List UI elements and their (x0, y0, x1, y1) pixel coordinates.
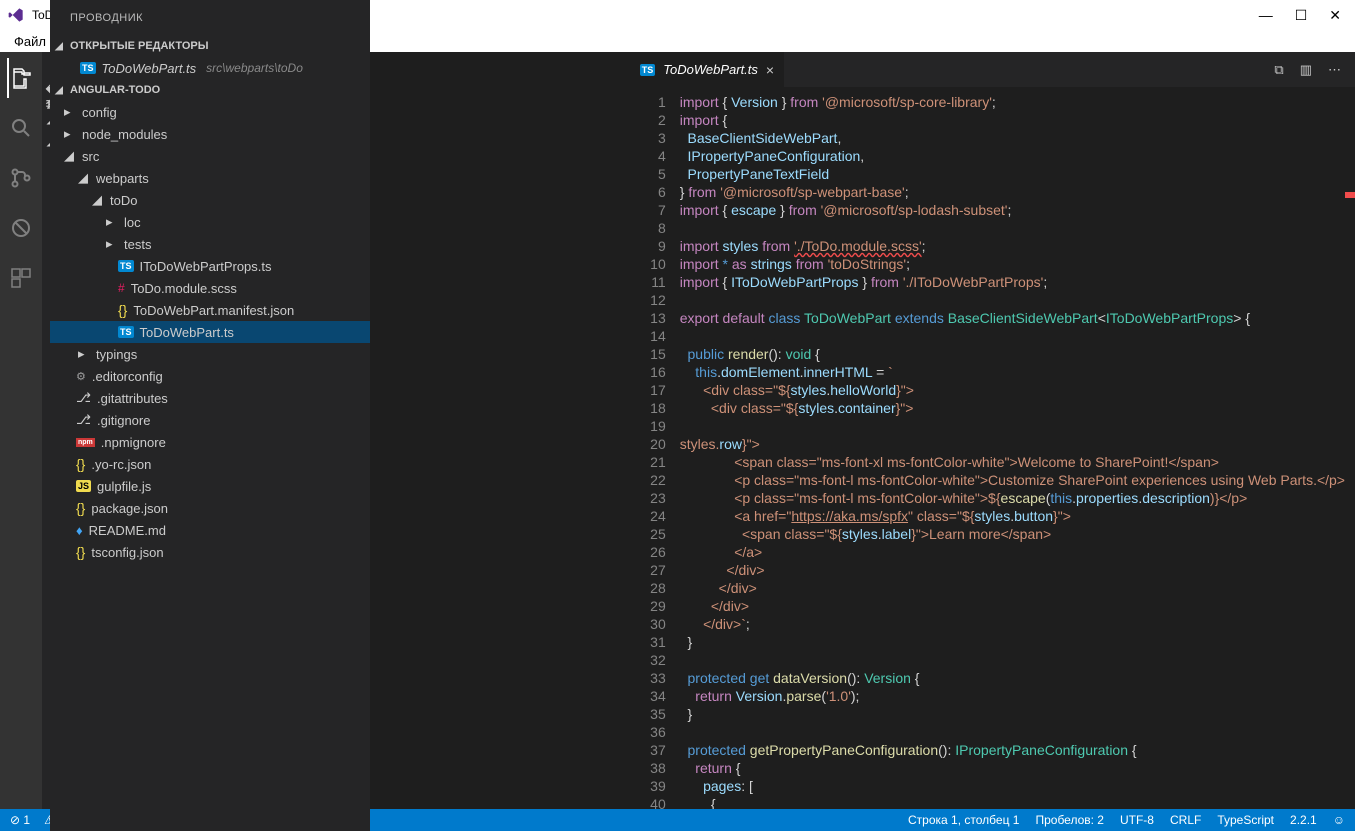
sidebar: ПРОВОДНИК ◢ОТКРЫТЫЕ РЕДАКТОРЫ TS ToDoWeb… (50, 0, 370, 831)
debug-icon[interactable] (7, 214, 35, 242)
file-readme[interactable]: ♦README.md (50, 519, 370, 541)
scss-file-icon: # (118, 281, 125, 295)
json-file-icon: {} (118, 302, 127, 318)
file-scss[interactable]: #ToDo.module.scss (50, 277, 370, 299)
status-position[interactable]: Строка 1, столбец 1 (908, 813, 1019, 827)
source-control-icon[interactable] (7, 164, 35, 192)
status-version[interactable]: 2.2.1 (1290, 813, 1317, 827)
editor-area: TS ToDoWebPart.ts × ⧉ ▥ ⋯ 12345678910111… (630, 52, 1355, 809)
folder-src[interactable]: ◢src (50, 145, 370, 167)
menu-file[interactable]: Файл (6, 31, 54, 52)
git-file-icon: ⎇ (76, 412, 91, 428)
tab-active[interactable]: TS ToDoWebPart.ts × (630, 52, 785, 87)
ts-file-icon: TS (640, 64, 656, 76)
maximize-button[interactable]: ☐ (1295, 7, 1308, 24)
sidebar-title: ПРОВОДНИК (50, 0, 370, 35)
js-file-icon: JS (76, 480, 91, 492)
folder-node-modules[interactable]: ▸node_modules (50, 123, 370, 145)
file-gitattributes[interactable]: ⎇.gitattributes (50, 387, 370, 409)
json-file-icon: {} (76, 544, 85, 560)
extensions-icon[interactable] (7, 264, 35, 292)
code-editor[interactable]: 1234567891011121314151617181920212223242… (630, 87, 1355, 809)
status-errors[interactable]: ⊘ 1 (10, 813, 30, 827)
minimize-button[interactable]: — (1259, 7, 1273, 23)
tab-bar: TS ToDoWebPart.ts × ⧉ ▥ ⋯ (630, 52, 1355, 87)
close-button[interactable]: ✕ (1329, 7, 1341, 24)
more-actions-icon[interactable]: ⋯ (1328, 62, 1341, 78)
tab-label: ToDoWebPart.ts (663, 62, 758, 77)
feedback-icon[interactable]: ☺ (1333, 813, 1345, 827)
folder-tests[interactable]: ▸tests (50, 233, 370, 255)
ts-file-icon: TS (80, 62, 96, 74)
file-manifest[interactable]: {}ToDoWebPart.manifest.json (50, 299, 370, 321)
git-file-icon: ⎇ (76, 390, 91, 406)
folder-todo[interactable]: ◢toDo (50, 189, 370, 211)
minimap[interactable] (1345, 87, 1355, 809)
file-gitignore[interactable]: ⎇.gitignore (50, 409, 370, 431)
ts-file-icon: TS (118, 326, 134, 338)
search-icon[interactable] (7, 114, 35, 142)
code-body[interactable]: import { Version } from '@microsoft/sp-c… (680, 87, 1345, 809)
npm-file-icon: npm (76, 438, 95, 447)
status-spaces[interactable]: Пробелов: 2 (1035, 813, 1104, 827)
file-editorconfig[interactable]: ⚙.editorconfig (50, 365, 370, 387)
file-npmignore[interactable]: npm.npmignore (50, 431, 370, 453)
folder-typings[interactable]: ▸typings (50, 343, 370, 365)
split-editor-icon[interactable]: ⧉ (1274, 62, 1283, 78)
json-file-icon: {} (76, 456, 85, 472)
line-gutter: 1234567891011121314151617181920212223242… (630, 87, 680, 809)
status-encoding[interactable]: UTF-8 (1120, 813, 1154, 827)
vscode-icon (8, 7, 24, 23)
status-language[interactable]: TypeScript (1217, 813, 1274, 827)
json-file-icon: {} (76, 500, 85, 516)
activity-bar (0, 52, 42, 809)
folder-config[interactable]: ▸config (50, 101, 370, 123)
close-tab-icon[interactable]: × (766, 62, 774, 78)
file-iprops[interactable]: TSIToDoWebPartProps.ts (50, 255, 370, 277)
ts-file-icon: TS (118, 260, 134, 272)
open-editor-item[interactable]: TS ToDoWebPart.ts src\webparts\toDo (50, 57, 370, 79)
file-gulpfile[interactable]: JSgulpfile.js (50, 475, 370, 497)
layout-icon[interactable]: ▥ (1300, 62, 1312, 78)
file-main-active[interactable]: TSToDoWebPart.ts (50, 321, 370, 343)
config-file-icon: ⚙ (76, 370, 86, 383)
error-marker[interactable] (1345, 192, 1355, 198)
file-tsconfig[interactable]: {}tsconfig.json (50, 541, 370, 563)
explorer-icon[interactable] (7, 64, 35, 92)
md-file-icon: ♦ (76, 523, 83, 538)
file-package[interactable]: {}package.json (50, 497, 370, 519)
folder-loc[interactable]: ▸loc (50, 211, 370, 233)
project-header[interactable]: ◢ANGULAR-TODO (50, 79, 370, 101)
file-yorc[interactable]: {}.yo-rc.json (50, 453, 370, 475)
folder-webparts[interactable]: ◢webparts (50, 167, 370, 189)
open-editors-header[interactable]: ◢ОТКРЫТЫЕ РЕДАКТОРЫ (50, 35, 370, 57)
status-eol[interactable]: CRLF (1170, 813, 1201, 827)
